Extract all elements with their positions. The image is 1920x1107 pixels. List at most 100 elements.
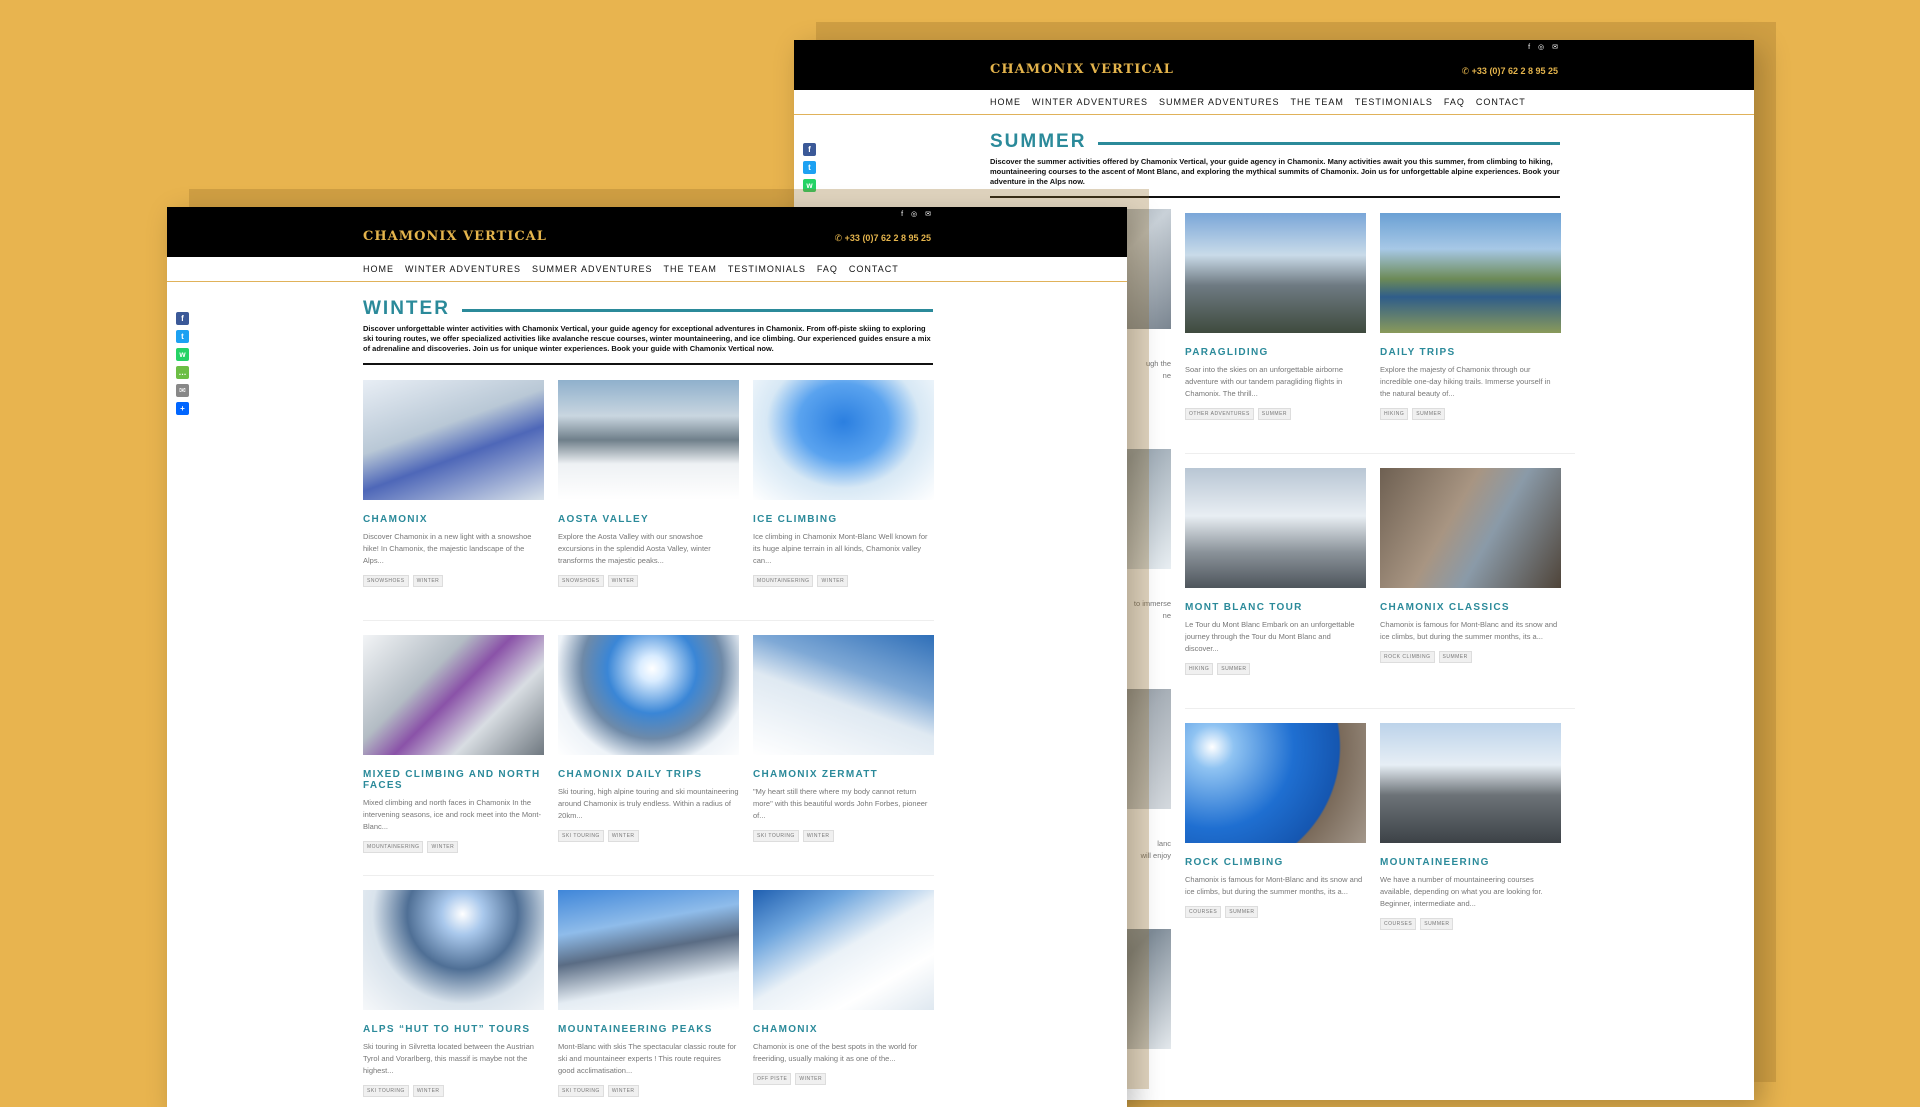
whatsapp-share-icon[interactable]: w (176, 348, 189, 361)
instagram-icon[interactable]: ◎ (911, 211, 917, 219)
card-tag[interactable]: COURSES (1185, 906, 1222, 918)
card-image[interactable] (558, 380, 739, 500)
card-tag[interactable]: WINTER (607, 1085, 639, 1097)
winter-card[interactable]: AOSTA VALLEY Explore the Aosta Valley wi… (558, 380, 739, 620)
winter-card[interactable]: MIXED CLIMBING AND NORTH FACES Mixed cli… (363, 635, 544, 875)
card-title[interactable]: CHAMONIX ZERMATT (753, 769, 934, 780)
card-title[interactable]: MOUNTAINEERING PEAKS (558, 1024, 739, 1035)
summer-card[interactable]: MOUNTAINEERING We have a number of mount… (1380, 723, 1561, 963)
card-tag[interactable]: SUMMER (1438, 651, 1472, 663)
email-share-icon[interactable]: ✉ (176, 384, 189, 397)
nav-the-team[interactable]: THE TEAM (1291, 97, 1344, 107)
summer-card[interactable]: DAILY TRIPS Explore the majesty of Chamo… (1380, 213, 1561, 453)
brand-logo[interactable]: CHAMONIX VERTICAL (363, 229, 547, 244)
card-image[interactable] (1185, 468, 1366, 588)
card-tag[interactable]: WINTER (412, 575, 444, 587)
nav-winter-adventures[interactable]: WINTER ADVENTURES (405, 264, 521, 274)
nav-summer-adventures[interactable]: SUMMER ADVENTURES (532, 264, 653, 274)
nav-testimonials[interactable]: TESTIMONIALS (1355, 97, 1433, 107)
card-tag[interactable]: SUMMER (1225, 906, 1259, 918)
card-image[interactable] (1380, 468, 1561, 588)
summer-card[interactable]: CHAMONIX CLASSICS Chamonix is famous for… (1380, 468, 1561, 708)
card-title[interactable]: ROCK CLIMBING (1185, 857, 1366, 868)
card-image[interactable] (1185, 213, 1366, 333)
mail-icon[interactable]: ✉ (925, 211, 931, 219)
card-tag[interactable]: SNOWSHOES (363, 575, 409, 587)
card-image[interactable] (753, 380, 934, 500)
card-title[interactable]: PARAGLIDING (1185, 347, 1366, 358)
brand-logo[interactable]: CHAMONIX VERTICAL (990, 62, 1174, 77)
summer-card[interactable]: MONT BLANC TOUR Le Tour du Mont Blanc Em… (1185, 468, 1366, 708)
card-tag[interactable]: SNOWSHOES (558, 575, 604, 587)
card-image[interactable] (363, 380, 544, 500)
card-tag[interactable]: MOUNTAINEERING (363, 841, 424, 853)
card-tag[interactable]: SKI TOURING (558, 1085, 604, 1097)
facebook-share-icon[interactable]: f (176, 312, 189, 325)
nav-contact[interactable]: CONTACT (849, 264, 899, 274)
card-image[interactable] (1185, 723, 1366, 843)
card-image[interactable] (363, 890, 544, 1010)
card-image[interactable] (558, 635, 739, 755)
twitter-share-icon[interactable]: t (176, 330, 189, 343)
nav-home[interactable]: HOME (990, 97, 1021, 107)
card-tag[interactable]: SKI TOURING (558, 830, 604, 842)
card-tag[interactable]: WINTER (607, 575, 639, 587)
card-title[interactable]: CHAMONIX CLASSICS (1380, 602, 1561, 613)
card-tag[interactable]: OFF PISTE (753, 1073, 792, 1085)
card-tag[interactable]: SUMMER (1257, 408, 1292, 420)
nav-the-team[interactable]: THE TEAM (664, 264, 717, 274)
card-image[interactable] (1380, 723, 1561, 843)
card-title[interactable]: AOSTA VALLEY (558, 514, 739, 525)
card-title[interactable]: CHAMONIX (363, 514, 544, 525)
card-tag[interactable]: MOUNTAINEERING (753, 575, 814, 587)
nav-contact[interactable]: CONTACT (1476, 97, 1526, 107)
card-tag[interactable]: SKI TOURING (753, 830, 799, 842)
card-title[interactable]: MOUNTAINEERING (1380, 857, 1561, 868)
card-tag[interactable]: SKI TOURING (363, 1085, 409, 1097)
card-tag[interactable]: HIKING (1185, 663, 1214, 675)
card-image[interactable] (558, 890, 739, 1010)
nav-faq[interactable]: FAQ (1444, 97, 1465, 107)
winter-card[interactable]: CHAMONIX Chamonix is one of the best spo… (753, 890, 934, 1107)
winter-card[interactable]: MOUNTAINEERING PEAKS Mont-Blanc with ski… (558, 890, 739, 1107)
winter-card[interactable]: CHAMONIX DAILY TRIPS Ski touring, high a… (558, 635, 739, 875)
card-tag[interactable]: WINTER (802, 830, 834, 842)
card-tag[interactable]: OTHER ADVENTURES (1185, 408, 1254, 420)
share-plus-icon[interactable]: + (176, 402, 189, 415)
nav-testimonials[interactable]: TESTIMONIALS (728, 264, 806, 274)
card-image[interactable] (753, 635, 934, 755)
phone-number[interactable]: ✆ +33 (0)7 62 2 8 95 25 (1462, 66, 1558, 77)
card-tag[interactable]: SUMMER (1217, 663, 1251, 675)
card-tag[interactable]: WINTER (817, 575, 849, 587)
card-image[interactable] (363, 635, 544, 755)
card-tag[interactable]: WINTER (412, 1085, 444, 1097)
card-tag[interactable]: SUMMER (1420, 918, 1454, 930)
winter-card[interactable]: ICE CLIMBING Ice climbing in Chamonix Mo… (753, 380, 934, 620)
nav-faq[interactable]: FAQ (817, 264, 838, 274)
mail-icon[interactable]: ✉ (1552, 44, 1558, 52)
winter-card[interactable]: CHAMONIX ZERMATT "My heart still there w… (753, 635, 934, 875)
card-tag[interactable]: SUMMER (1412, 408, 1446, 420)
facebook-share-icon[interactable]: f (803, 143, 816, 156)
card-tag[interactable]: WINTER (795, 1073, 827, 1085)
winter-card[interactable]: ALPS “HUT TO HUT” TOURS Ski touring in S… (363, 890, 544, 1107)
card-image[interactable] (753, 890, 934, 1010)
instagram-icon[interactable]: ◎ (1538, 44, 1544, 52)
card-title[interactable]: ICE CLIMBING (753, 514, 934, 525)
card-title[interactable]: DAILY TRIPS (1380, 347, 1561, 358)
sms-share-icon[interactable]: … (176, 366, 189, 379)
twitter-share-icon[interactable]: t (803, 161, 816, 174)
card-tag[interactable]: ROCK CLIMBING (1380, 651, 1435, 663)
card-title[interactable]: CHAMONIX (753, 1024, 934, 1035)
card-title[interactable]: ALPS “HUT TO HUT” TOURS (363, 1024, 544, 1035)
phone-number[interactable]: ✆ +33 (0)7 62 2 8 95 25 (835, 233, 931, 244)
card-title[interactable]: MONT BLANC TOUR (1185, 602, 1366, 613)
card-title[interactable]: MIXED CLIMBING AND NORTH FACES (363, 769, 544, 791)
nav-summer-adventures[interactable]: SUMMER ADVENTURES (1159, 97, 1280, 107)
card-tag[interactable]: HIKING (1380, 408, 1409, 420)
winter-card[interactable]: CHAMONIX Discover Chamonix in a new ligh… (363, 380, 544, 620)
card-title[interactable]: CHAMONIX DAILY TRIPS (558, 769, 739, 780)
whatsapp-share-icon[interactable]: w (803, 179, 816, 192)
summer-card[interactable]: PARAGLIDING Soar into the skies on an un… (1185, 213, 1366, 453)
facebook-icon[interactable]: f (1528, 44, 1530, 52)
